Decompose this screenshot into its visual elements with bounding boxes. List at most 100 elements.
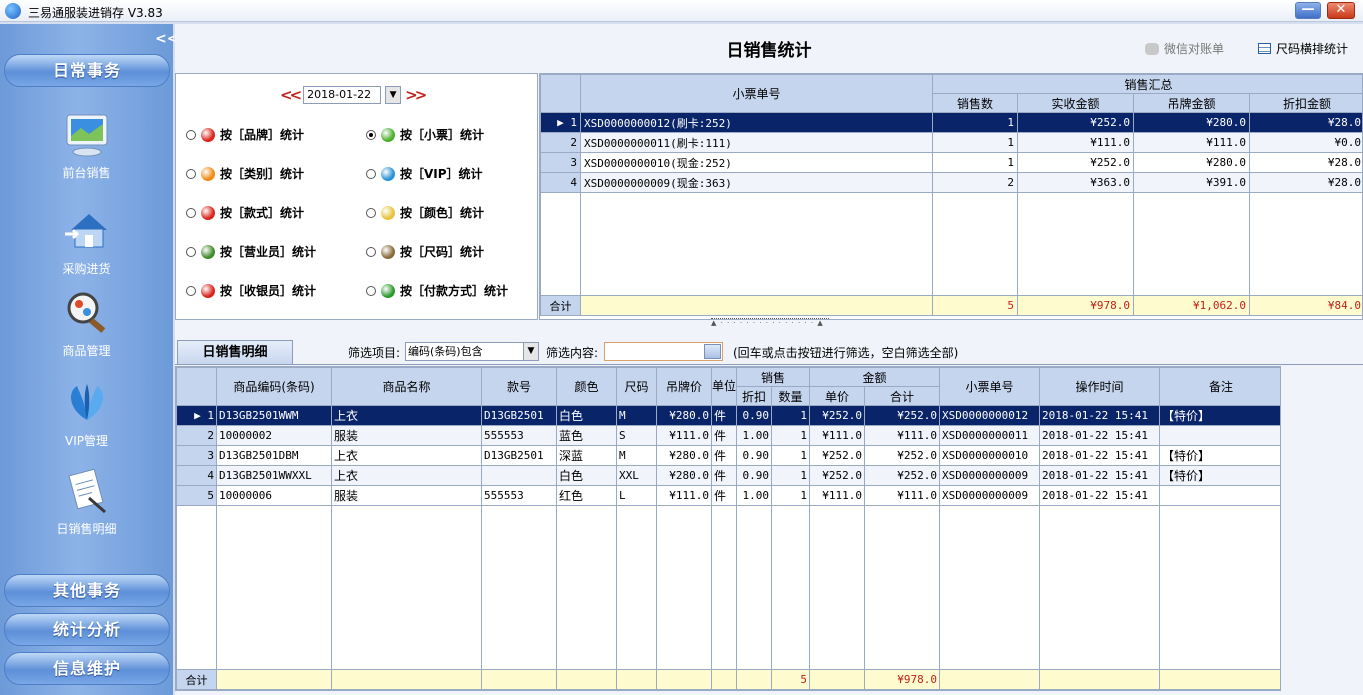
option-label: 按［付款方式］统计 — [400, 284, 509, 298]
stat-option-0[interactable]: 按［品牌］统计 — [186, 126, 304, 143]
stat-option-9[interactable]: 按［付款方式］统计 — [366, 282, 508, 299]
col-ticket-no[interactable]: 小票单号 — [580, 74, 933, 113]
radio-button[interactable] — [186, 285, 196, 296]
cell-price: ¥111.0 — [656, 485, 712, 506]
cell-price: ¥280.0 — [656, 465, 712, 486]
splitter-handle[interactable]: ▲ · · · · · · · · · · · · · · · ▲ — [711, 318, 829, 327]
stat-option-7[interactable]: 按［尺码］统计 — [366, 243, 484, 260]
col-color[interactable]: 颜色 — [556, 367, 617, 406]
wechat-icon — [1145, 42, 1159, 55]
stat-option-2[interactable]: 按［类别］统计 — [186, 165, 304, 182]
radio-button[interactable] — [366, 207, 376, 218]
wechat-statement-button[interactable]: 微信对账单 — [1145, 40, 1224, 57]
date-dropdown-button[interactable]: ▼ — [385, 86, 402, 104]
sidebar-item-vip[interactable]: VIP管理 — [0, 380, 173, 449]
cell-unit: 件 — [711, 425, 737, 446]
col-tag-price[interactable]: 吊牌价 — [656, 367, 712, 406]
cell-code: 10000006 — [216, 485, 332, 506]
table-row[interactable]: ▶ 1 XSD0000000012(刷卡:252) 1 ¥252.0 ¥280.0 ¥28… — [540, 112, 1362, 133]
table-row[interactable]: 4 XSD0000000009(现金:363) 2 ¥363.0 ¥391.0 ¥28.0 — [540, 172, 1362, 193]
nav-info-maintenance[interactable]: 信息维护 — [4, 652, 170, 685]
col-paid-amount[interactable]: 实收金额 — [1017, 93, 1134, 113]
stat-option-4[interactable]: 按［款式］统计 — [186, 204, 304, 221]
nav-other-affairs[interactable]: 其他事务 — [4, 574, 170, 607]
table-row[interactable]: 3 XSD0000000010(现金:252) 1 ¥252.0 ¥280.0 ¥28.0 — [540, 152, 1362, 173]
col-ticket-no[interactable]: 小票单号 — [939, 367, 1041, 406]
col-unit-price[interactable]: 单价 — [809, 386, 866, 406]
radio-button[interactable] — [366, 168, 376, 179]
cell-style: 555553 — [481, 485, 557, 506]
stat-option-6[interactable]: 按［营业员］统计 — [186, 243, 316, 260]
prev-day-button[interactable]: << — [280, 86, 302, 104]
col-size[interactable]: 尺码 — [616, 367, 657, 406]
col-style-no[interactable]: 款号 — [481, 367, 557, 406]
date-input[interactable]: 2018-01-22 — [303, 86, 382, 104]
radio-button[interactable] — [186, 207, 196, 218]
sidebar-item-purchase[interactable]: 采购进货 — [0, 208, 173, 277]
option-label: 按［颜色］统计 — [400, 206, 485, 220]
option-label: 按［类别］统计 — [220, 167, 305, 181]
option-icon — [201, 127, 215, 142]
cell-color: 白色 — [556, 465, 617, 486]
cell-disc: ¥0.0 — [1248, 132, 1362, 153]
monitor-icon — [66, 114, 107, 157]
col-product-name[interactable]: 商品名称 — [331, 367, 482, 406]
chevron-down-icon[interactable]: ▼ — [523, 343, 538, 360]
cell-no: 4 — [176, 465, 217, 486]
size-stats-button[interactable]: 尺码横排统计 — [1258, 40, 1348, 57]
table-row[interactable]: 2 10000002 服装 555553 蓝色 S ¥111.0 件 1.00 1 ¥111.0 ¥1… — [176, 425, 1280, 446]
sidebar-item-daily-detail[interactable]: 日销售明细 — [0, 468, 173, 537]
cell-no: ▶ 1 — [540, 112, 581, 133]
col-unit[interactable]: 单位 — [711, 367, 737, 406]
cell-ticket: XSD0000000010(现金:252) — [580, 152, 933, 173]
cell-unit: 件 — [711, 405, 737, 426]
filter-item-select[interactable]: 编码(条码)包含 ▼ — [405, 342, 539, 361]
col-discount[interactable]: 折扣 — [736, 386, 772, 406]
next-day-button[interactable]: >> — [405, 86, 427, 104]
total-label: 合计 — [540, 295, 581, 316]
col-sum[interactable]: 合计 — [864, 386, 941, 406]
sidebar-item-front-sales[interactable]: 前台销售 — [0, 112, 173, 181]
table-row[interactable]: ▶ 1 D13GB2501WWM 上衣 D13GB2501 白色 M ¥280.0 件 0.90… — [176, 405, 1280, 426]
total-qty: 5 — [770, 669, 811, 690]
sidebar-item-label: 日销售明细 — [56, 522, 117, 536]
radio-button[interactable] — [186, 168, 196, 179]
radio-button[interactable] — [366, 246, 376, 257]
tab-daily-detail[interactable]: 日销售明细 — [177, 340, 293, 365]
filter-content-input[interactable] — [604, 342, 723, 361]
cell-note — [1159, 425, 1280, 446]
stat-option-8[interactable]: 按［收银员］统计 — [186, 282, 316, 299]
title-bar: 三易通服装进销存 V3.83 — ✕ — [0, 0, 1363, 22]
corner-header — [176, 367, 217, 406]
col-discount-amount[interactable]: 折扣金额 — [1248, 93, 1362, 113]
radio-button[interactable] — [186, 129, 196, 140]
radio-button[interactable] — [366, 285, 376, 296]
stat-option-5[interactable]: 按［颜色］统计 — [366, 204, 484, 221]
col-sales-qty[interactable]: 销售数 — [932, 93, 1018, 113]
table-row[interactable]: 4 D13GB2501WWXXL 上衣 白色 XXL ¥280.0 件 0.90 1 ¥252.0… — [176, 465, 1280, 486]
table-icon — [1258, 43, 1271, 54]
radio-button[interactable] — [186, 246, 196, 257]
col-note[interactable]: 备注 — [1159, 367, 1280, 406]
stat-option-3[interactable]: 按［VIP］统计 — [366, 165, 483, 182]
sidebar-item-products[interactable]: 商品管理 — [0, 290, 173, 359]
cell-style: D13GB2501 — [481, 405, 557, 426]
cell-paid: ¥111.0 — [1017, 132, 1134, 153]
table-row[interactable]: 5 10000006 服装 555553 红色 L ¥111.0 件 1.00 1 ¥111.0 ¥1… — [176, 485, 1280, 506]
col-tag-amount[interactable]: 吊牌金额 — [1133, 93, 1250, 113]
stat-option-1[interactable]: 按［小票］统计 — [366, 126, 484, 143]
table-row[interactable]: 3 D13GB2501DBM 上衣 D13GB2501 深蓝 M ¥280.0 件 0.90 1 ¥… — [176, 445, 1280, 466]
search-icon[interactable] — [704, 344, 721, 359]
col-product-code[interactable]: 商品编码(条码) — [216, 367, 332, 406]
close-button[interactable]: ✕ — [1327, 2, 1355, 19]
cell-disc: 0.90 — [736, 445, 772, 466]
table-row[interactable]: 2 XSD0000000011(刷卡:111) 1 ¥111.0 ¥111.0 ¥0.0 — [540, 132, 1362, 153]
minimize-button[interactable]: — — [1295, 2, 1321, 19]
nav-daily-affairs[interactable]: 日常事务 — [4, 54, 170, 87]
cell-tag: ¥391.0 — [1133, 172, 1250, 193]
col-operate-time[interactable]: 操作时间 — [1039, 367, 1161, 406]
radio-button[interactable] — [366, 129, 376, 140]
col-quantity[interactable]: 数量 — [770, 386, 811, 406]
option-label: 按［小票］统计 — [400, 128, 485, 142]
nav-statistics[interactable]: 统计分析 — [4, 613, 170, 646]
